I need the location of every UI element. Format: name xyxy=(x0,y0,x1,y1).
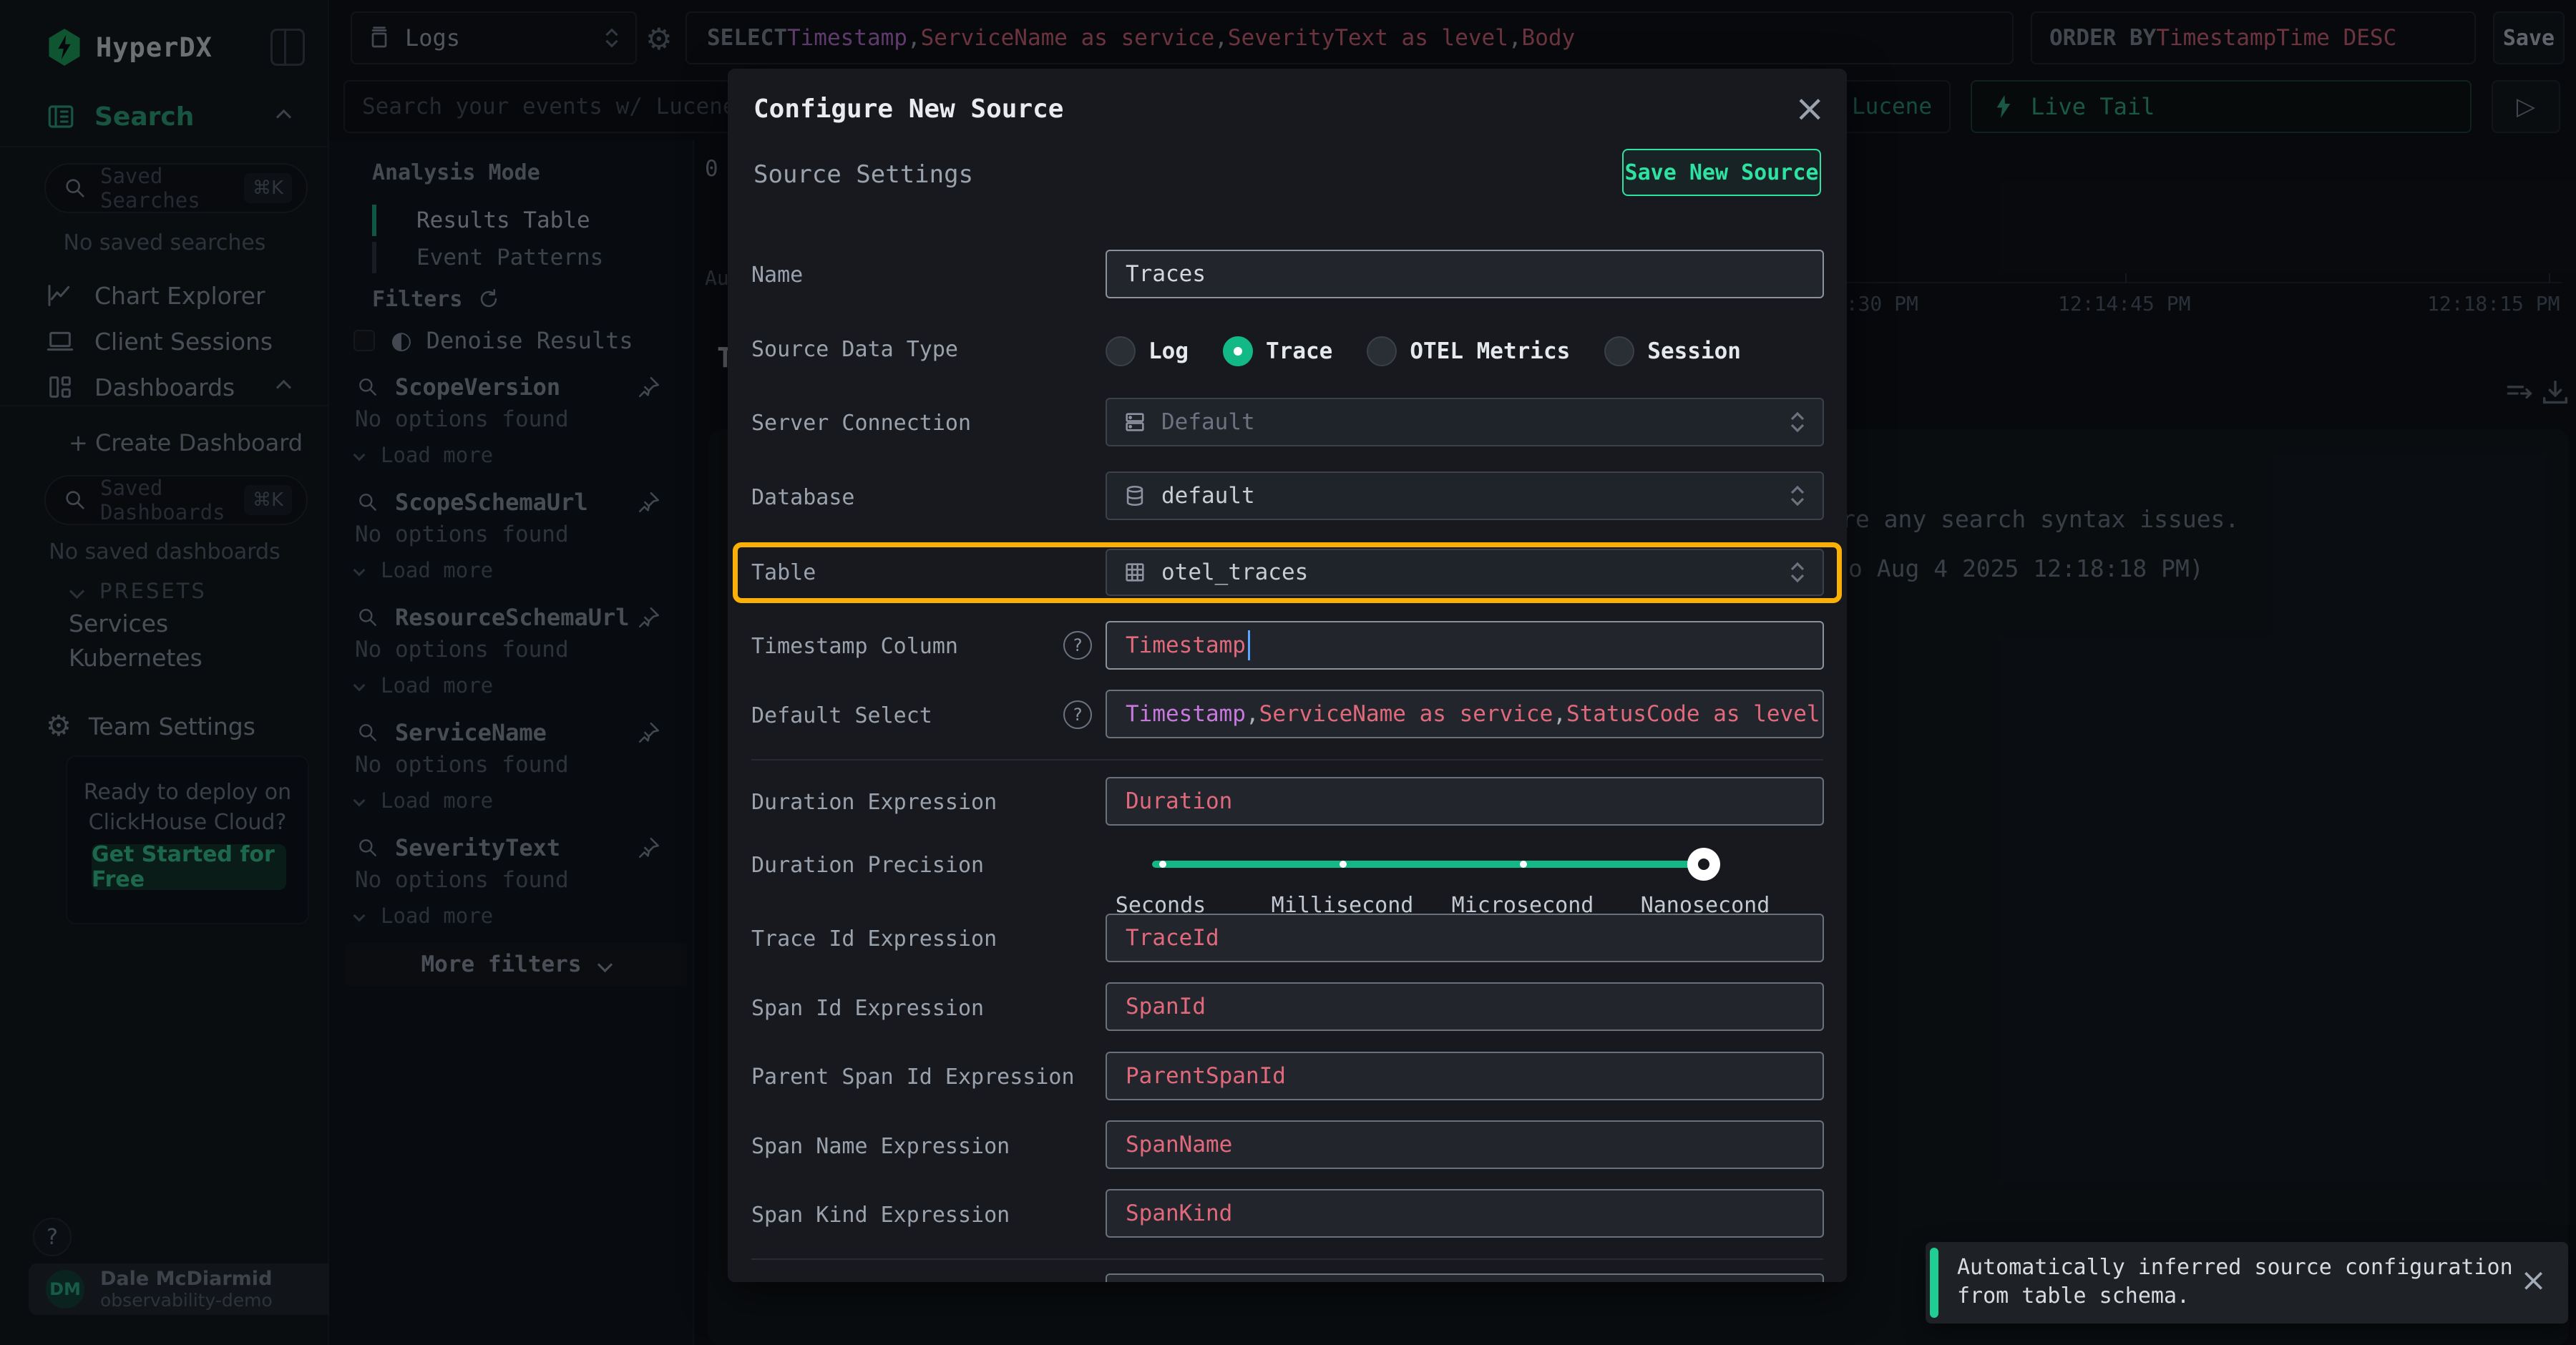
help-icon[interactable]: ? xyxy=(1063,700,1092,729)
text-caret xyxy=(1248,630,1250,660)
slider-stop[interactable] xyxy=(1159,861,1166,868)
radio-icon xyxy=(1367,336,1397,366)
slider-stop[interactable] xyxy=(1520,861,1527,868)
section-title: Source Settings xyxy=(753,160,973,189)
hyperdx-app: HyperDX Search Saved Searches ⌘K No save… xyxy=(0,0,2576,1345)
toast-notification: Automatically inferred source configurat… xyxy=(1926,1242,2568,1324)
trace-id-input[interactable]: TraceId xyxy=(1106,914,1824,962)
radio-label: Log xyxy=(1148,338,1189,364)
name-label: Name xyxy=(751,263,803,288)
duration-precision-slider[interactable] xyxy=(1152,861,1711,868)
help-icon[interactable]: ? xyxy=(1063,631,1092,660)
duration-expression-label: Duration Expression xyxy=(751,790,997,815)
radio-label: OTEL Metrics xyxy=(1410,338,1570,364)
source-data-type-label: Source Data Type xyxy=(751,337,958,362)
radio-label: Trace xyxy=(1266,338,1332,364)
span-name-label: Span Name Expression xyxy=(751,1134,1010,1159)
span-name-value: SpanName xyxy=(1126,1132,1232,1158)
server-connection-value: Default xyxy=(1161,409,1255,435)
slider-stop[interactable] xyxy=(1340,861,1347,868)
select-updown-icon xyxy=(1788,559,1807,585)
radio-log[interactable]: Log xyxy=(1106,336,1189,366)
span-kind-label: Span Kind Expression xyxy=(751,1203,1010,1228)
span-id-input[interactable]: SpanId xyxy=(1106,982,1824,1031)
select-updown-icon xyxy=(1788,483,1807,509)
radio-label: Session xyxy=(1647,338,1741,364)
radio-otel-metrics[interactable]: OTEL Metrics xyxy=(1367,336,1570,366)
table-select[interactable]: otel_traces xyxy=(1106,549,1824,596)
database-label: Database xyxy=(751,485,855,510)
table-value: otel_traces xyxy=(1161,559,1308,585)
radio-session[interactable]: Session xyxy=(1604,336,1741,366)
slider-thumb[interactable] xyxy=(1687,848,1720,881)
save-new-source-button[interactable]: Save New Source xyxy=(1622,149,1821,196)
radio-icon xyxy=(1604,336,1634,366)
duration-precision-label: Duration Precision xyxy=(751,853,984,878)
code-segment: , xyxy=(1553,701,1566,727)
table-label: Table xyxy=(751,560,816,585)
toast-accent-bar xyxy=(1930,1248,1938,1318)
code-segment: ServiceName as service xyxy=(1259,701,1553,727)
trace-id-value: TraceId xyxy=(1126,925,1219,951)
code-segment: Timestamp xyxy=(1126,701,1246,727)
select-updown-icon xyxy=(1788,409,1807,435)
parent-span-id-input[interactable]: ParentSpanId xyxy=(1106,1052,1824,1100)
code-segment: , xyxy=(1246,701,1259,727)
timestamp-column-label: Timestamp Column xyxy=(751,634,958,659)
server-icon xyxy=(1123,410,1147,434)
parent-span-id-label: Parent Span Id Expression xyxy=(751,1065,1075,1090)
span-name-input[interactable]: SpanName xyxy=(1106,1120,1824,1169)
default-select-label: Default Select xyxy=(751,703,932,728)
trace-id-label: Trace Id Expression xyxy=(751,926,997,952)
span-id-label: Span Id Expression xyxy=(751,996,984,1021)
clipped-input[interactable] xyxy=(1106,1273,1824,1282)
toast-close-icon[interactable]: × xyxy=(2520,1262,2547,1298)
database-icon xyxy=(1123,484,1147,508)
modal-title: Configure New Source xyxy=(753,94,1063,124)
close-icon[interactable]: × xyxy=(1794,87,1825,130)
radio-checked-icon xyxy=(1223,336,1253,366)
source-data-type-group: Log Trace OTEL Metrics Session xyxy=(1106,333,1741,370)
radio-trace[interactable]: Trace xyxy=(1223,336,1332,366)
configure-source-modal: Configure New Source × Source Settings S… xyxy=(728,69,1847,1282)
timestamp-column-input[interactable]: Timestamp xyxy=(1106,621,1824,670)
code-segment: StatusCode as level xyxy=(1566,701,1820,727)
duration-expression-input[interactable]: Duration xyxy=(1106,777,1824,826)
timestamp-column-value: Timestamp xyxy=(1126,632,1246,658)
toast-message: Automatically inferred source configurat… xyxy=(1957,1253,2529,1311)
span-id-value: SpanId xyxy=(1126,994,1206,1019)
duration-expression-value: Duration xyxy=(1126,788,1232,814)
server-connection-select[interactable]: Default xyxy=(1106,398,1824,446)
server-connection-label: Server Connection xyxy=(751,411,971,436)
database-select[interactable]: default xyxy=(1106,471,1824,520)
radio-icon xyxy=(1106,336,1136,366)
name-input[interactable]: Traces xyxy=(1106,250,1824,298)
span-kind-input[interactable]: SpanKind xyxy=(1106,1189,1824,1238)
code-segment: , xyxy=(1820,701,1824,727)
table-icon xyxy=(1123,560,1147,585)
span-kind-value: SpanKind xyxy=(1126,1200,1232,1226)
database-value: default xyxy=(1161,483,1255,509)
name-value: Traces xyxy=(1126,261,1206,287)
default-select-input[interactable]: Timestamp, ServiceName as service, Statu… xyxy=(1106,690,1824,738)
parent-span-id-value: ParentSpanId xyxy=(1126,1063,1286,1089)
